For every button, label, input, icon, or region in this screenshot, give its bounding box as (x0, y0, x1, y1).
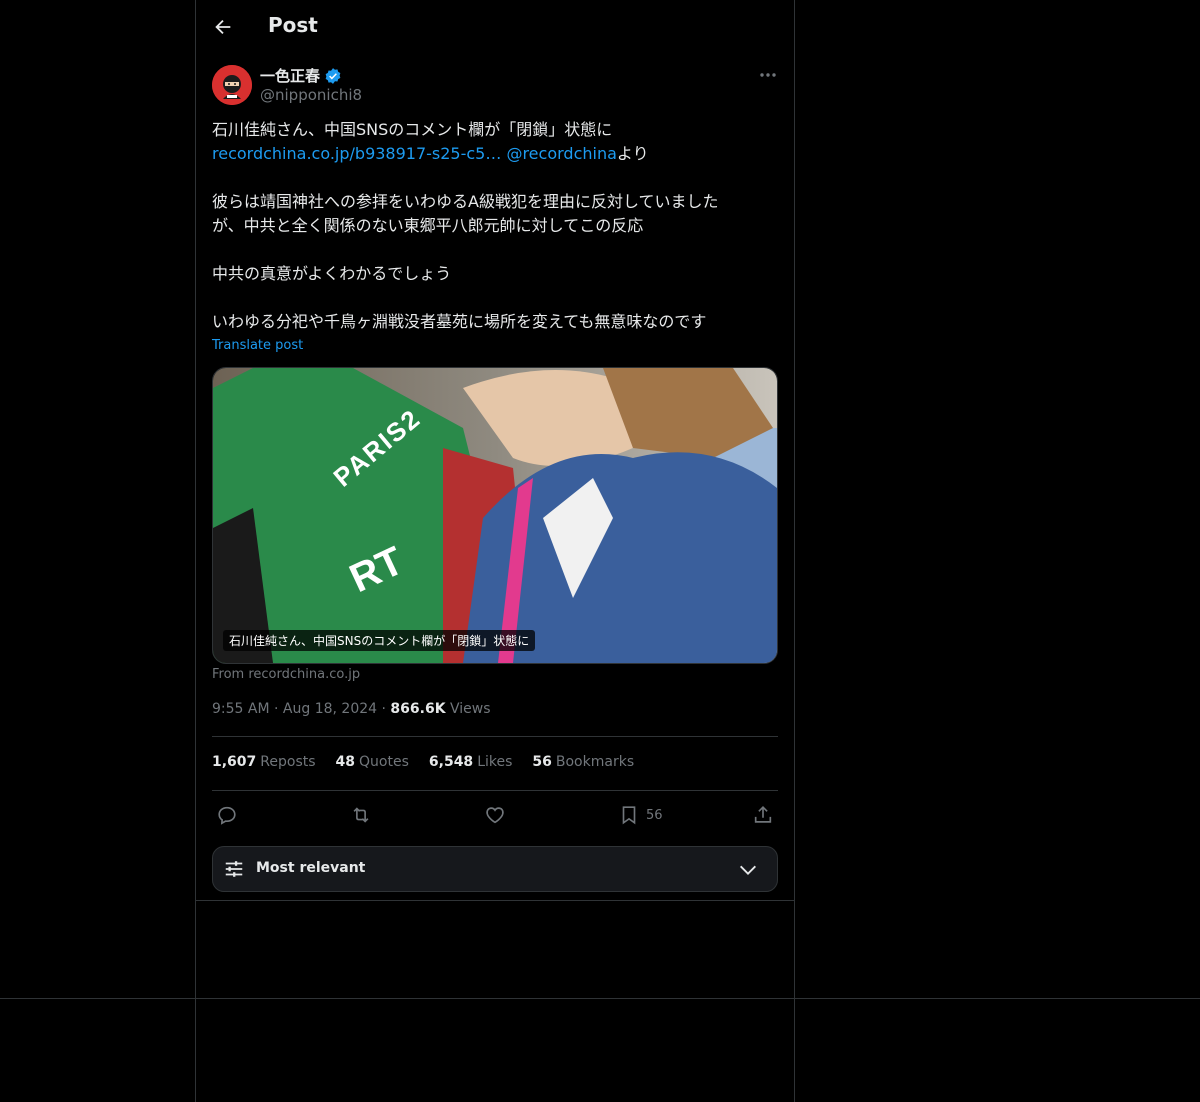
media-caption: 石川佳純さん、中国SNSのコメント欄が「閉鎖」状態に (223, 630, 536, 651)
name-row: 一色正春 (260, 65, 342, 86)
bookmark-button[interactable]: 56 (618, 803, 663, 827)
page-title: Post (268, 13, 318, 37)
post-text: 石川佳純さん、中国SNSのコメント欄が「閉鎖」状態に recordchina.c… (212, 118, 772, 334)
post-line: 石川佳純さん、中国SNSのコメント欄が「閉鎖」状態に (212, 120, 613, 139)
share-icon (754, 806, 772, 823)
post-line-links: recordchina.co.jp/b938917-s25-c5… @recor… (212, 142, 772, 166)
avatar[interactable] (212, 65, 252, 105)
mention-suffix: より (616, 144, 649, 163)
post-meta: 9:55 AM · Aug 18, 2024 · 866.6K Views (212, 701, 491, 717)
post-line: 彼らは靖国神社への参拝をいわゆるA級戦犯を理由に反対していました (212, 192, 719, 211)
heart-icon (486, 807, 504, 824)
arrow-left-icon (215, 19, 231, 35)
reply-button[interactable] (216, 803, 238, 827)
post-date[interactable]: Aug 18, 2024 (283, 701, 377, 717)
post-line: 中共の真意がよくわかるでしょう (212, 264, 452, 283)
sort-label: Most relevant (256, 860, 366, 876)
reply-sort-dropdown[interactable]: Most relevant (212, 846, 778, 892)
post-author: 一色正春 @nipponichi8 (212, 65, 778, 105)
share-button[interactable] (752, 803, 774, 827)
divider (212, 790, 778, 791)
repost-button[interactable] (350, 803, 372, 827)
handle[interactable]: @nipponichi8 (260, 86, 362, 104)
quotes-stat[interactable]: 48 Quotes (336, 754, 409, 770)
post-line: が、中共と全く関係のない東郷平八郎元帥に対してこの反応 (212, 216, 644, 235)
post-stats: 1,607 Reposts 48 Quotes 6,548 Likes 56 Bookm… (212, 754, 634, 770)
reply-icon (218, 806, 236, 825)
post-line: いわゆる分祀や千鳥ヶ淵戦没者墓苑に場所を変えても無意味なのです (212, 312, 707, 331)
page-header: Post (196, 0, 794, 54)
like-button[interactable] (484, 803, 506, 827)
display-name[interactable]: 一色正春 (260, 65, 320, 86)
sliders-icon (225, 861, 243, 877)
verified-badge-icon[interactable] (324, 67, 342, 85)
article-image: PARIS2 RT (213, 368, 777, 663)
more-dots-icon (760, 73, 776, 77)
link-source[interactable]: From recordchina.co.jp (212, 667, 360, 682)
more-options-button[interactable] (758, 65, 778, 85)
action-bar: 56 (212, 803, 778, 829)
views-label: Views (450, 701, 491, 717)
translate-post-link[interactable]: Translate post (212, 338, 303, 353)
mention-link[interactable]: @recordchina (506, 144, 616, 163)
bookmark-icon (622, 806, 636, 825)
likes-stat[interactable]: 6,548 Likes (429, 754, 513, 770)
main-column: Post 一色正春 @nipponichi8 石川佳純さん、中国SNSのコメント… (195, 0, 795, 1102)
back-button[interactable] (212, 16, 234, 38)
divider (212, 736, 778, 737)
meta-dot: · (381, 701, 386, 717)
bookmark-count: 56 (646, 807, 663, 823)
repost-icon (353, 807, 369, 823)
post-time[interactable]: 9:55 AM (212, 701, 270, 717)
article-link[interactable]: recordchina.co.jp/b938917-s25-c5… (212, 144, 501, 163)
chevron-down-icon (740, 865, 756, 875)
meta-dot: · (274, 701, 279, 717)
link-card-media[interactable]: PARIS2 RT 石川佳純さん、中国SNSのコメント欄が「閉鎖」状態に (212, 367, 778, 664)
bookmarks-stat[interactable]: 56 Bookmarks (532, 754, 634, 770)
reposts-stat[interactable]: 1,607 Reposts (212, 754, 316, 770)
divider (196, 900, 794, 901)
views-count: 866.6K (390, 701, 446, 717)
